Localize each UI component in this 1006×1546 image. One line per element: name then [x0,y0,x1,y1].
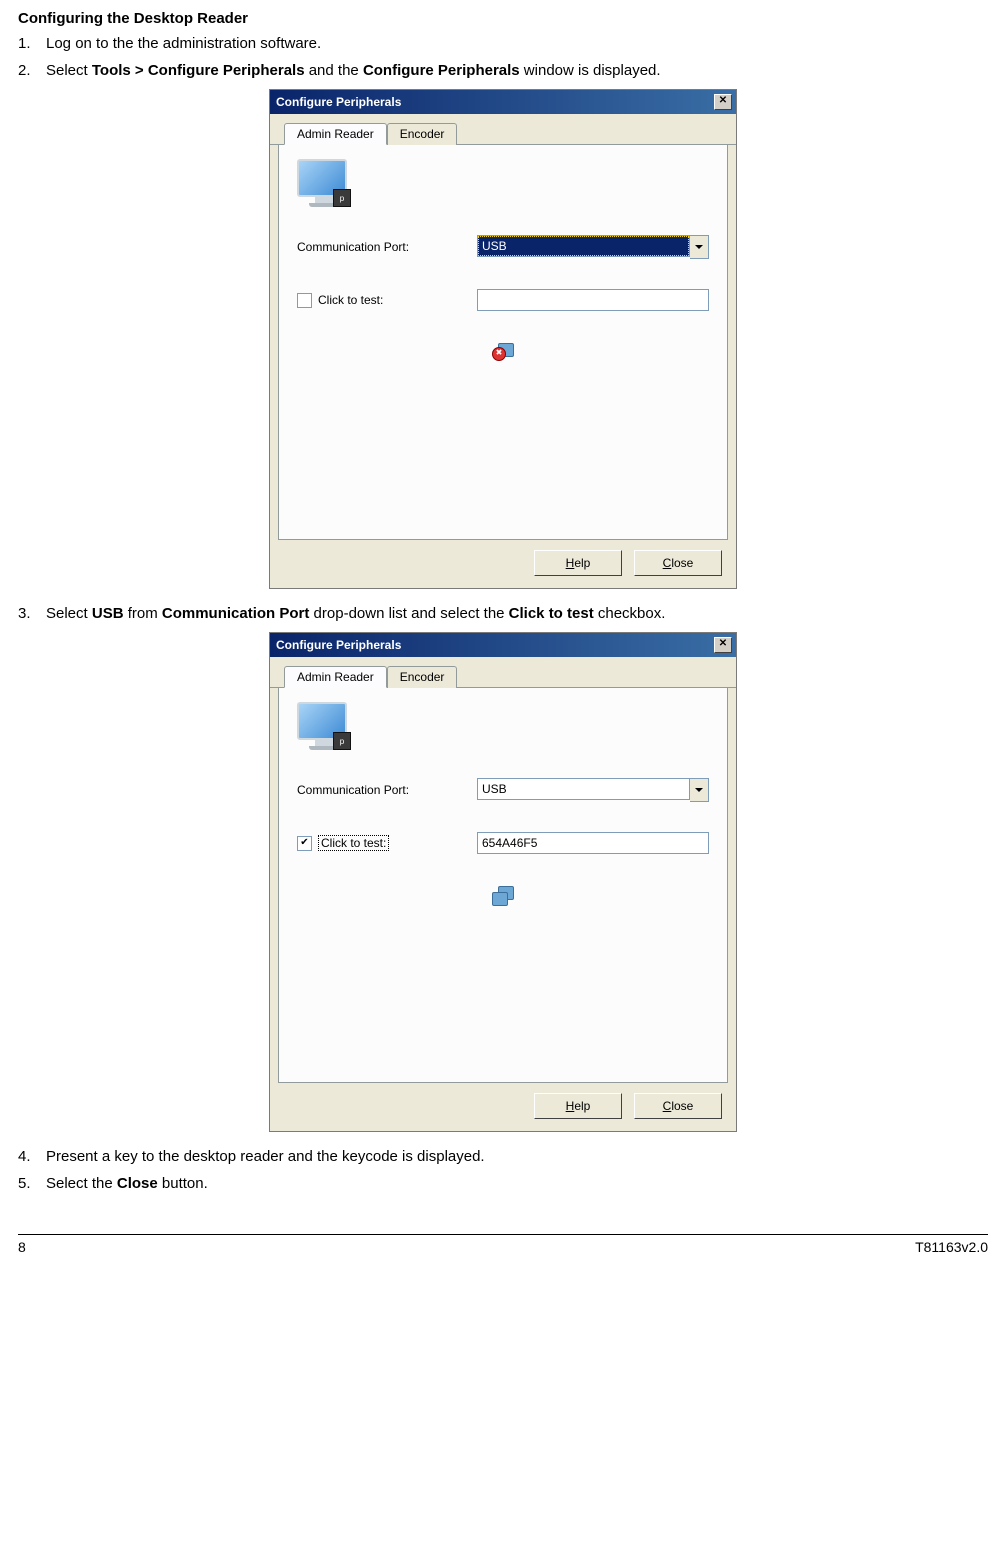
window-title: Configure Peripherals [276,95,401,109]
test-result-field[interactable] [477,289,709,311]
clicktest-label: Click to test: [318,293,383,307]
t: Click to test [509,605,594,622]
t: window is displayed. [520,62,661,79]
t: Select [46,605,92,622]
tab-admin-reader[interactable]: Admin Reader [284,123,387,145]
status-connected-icon [492,884,514,904]
reader-device-icon: p [297,702,351,752]
commport-combobox[interactable]: USB [477,778,709,802]
tab-encoder[interactable]: Encoder [387,123,458,145]
tab-encoder[interactable]: Encoder [387,666,458,688]
step-1: 1. Log on to the the administration soft… [18,33,988,54]
window-title: Configure Peripherals [276,638,401,652]
step-2: 2. Select Tools > Configure Peripherals … [18,60,988,81]
step-text: Present a key to the desktop reader and … [46,1146,485,1167]
step-number: 1. [18,33,46,54]
t: and the [305,62,363,79]
t: drop-down list and select the [309,605,508,622]
t: checkbox. [594,605,666,622]
close-button[interactable]: Close [634,550,722,576]
step-text: Select the Close button. [46,1173,208,1194]
step-text: Select USB from Communication Port drop-… [46,603,665,624]
test-result-field[interactable]: 654A46F5 [477,832,709,854]
clicktest-checkbox[interactable]: ✔ [297,836,312,851]
tab-body: p Communication Port: USB Click to test: [278,145,728,540]
tab-admin-reader[interactable]: Admin Reader [284,666,387,688]
dropdown-arrow-icon[interactable] [690,235,709,259]
step-number: 3. [18,603,46,624]
t: USB [92,605,124,622]
commport-combobox[interactable]: USB [477,235,709,259]
configure-peripherals-window: Configure Peripherals ✕ Admin Reader Enc… [269,632,737,1132]
clicktest-label: Click to test: [318,835,389,851]
tabstrip: Admin Reader Encoder [270,657,736,688]
close-icon[interactable]: ✕ [714,94,732,110]
titlebar[interactable]: Configure Peripherals ✕ [270,90,736,114]
t: Communication Port [162,605,310,622]
t: Select the [46,1175,117,1192]
t: Close [117,1175,158,1192]
tabstrip: Admin Reader Encoder [270,114,736,145]
commport-value: USB [477,778,690,800]
t: Configure Peripherals [363,62,520,79]
step-text: Log on to the the administration softwar… [46,33,321,54]
t: Tools > Configure Peripherals [92,62,305,79]
page-number: 8 [18,1239,26,1255]
commport-label: Communication Port: [297,783,477,797]
status-disconnected-icon: ✖ [492,341,514,361]
t: from [124,605,162,622]
page-footer: 8 T81163v2.0 [18,1234,988,1255]
clicktest-checkbox[interactable] [297,293,312,308]
t: Select [46,62,92,79]
step-text: Select Tools > Configure Peripherals and… [46,60,661,81]
step-3: 3. Select USB from Communication Port dr… [18,603,988,624]
reader-device-icon: p [297,159,351,209]
help-button[interactable]: Help [534,550,622,576]
commport-label: Communication Port: [297,240,477,254]
doc-id: T81163v2.0 [915,1239,988,1255]
tab-body: p Communication Port: USB ✔ Click to tes… [278,688,728,1083]
step-number: 5. [18,1173,46,1194]
titlebar[interactable]: Configure Peripherals ✕ [270,633,736,657]
step-5: 5. Select the Close button. [18,1173,988,1194]
help-button[interactable]: Help [534,1093,622,1119]
section-heading: Configuring the Desktop Reader [18,10,988,27]
dropdown-arrow-icon[interactable] [690,778,709,802]
step-number: 2. [18,60,46,81]
configure-peripherals-window: Configure Peripherals ✕ Admin Reader Enc… [269,89,737,589]
t: button. [158,1175,208,1192]
commport-value: USB [477,235,690,257]
close-button[interactable]: Close [634,1093,722,1119]
step-4: 4. Present a key to the desktop reader a… [18,1146,988,1167]
close-icon[interactable]: ✕ [714,637,732,653]
step-number: 4. [18,1146,46,1167]
